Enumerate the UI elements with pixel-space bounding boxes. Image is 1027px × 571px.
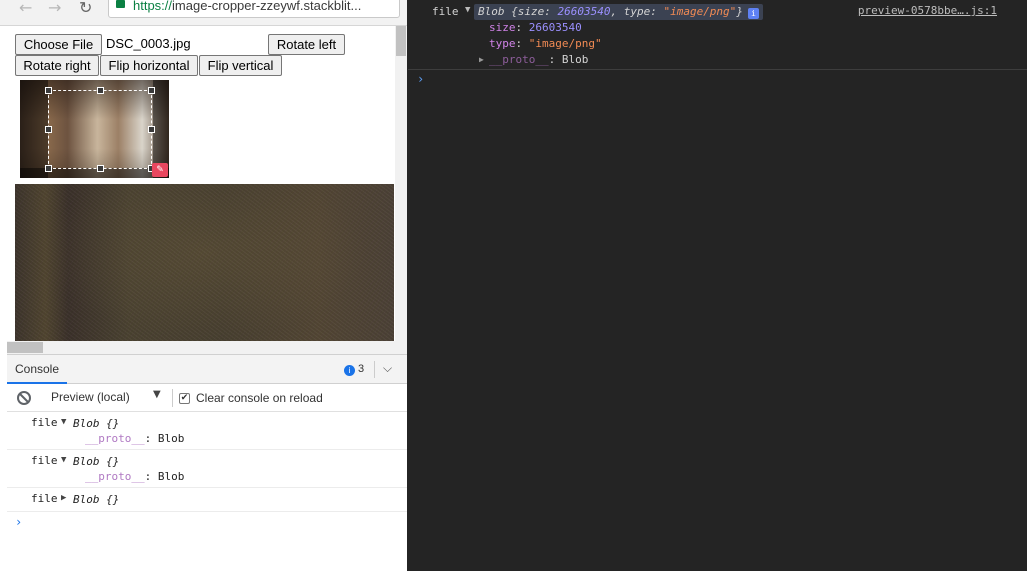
console-drawer: Console i3 ⌵ Preview (local) ▼ ✔ Clear c… (7, 354, 407, 571)
dropdown-arrow-icon[interactable]: ▼ (153, 389, 161, 400)
blob-summary[interactable]: Blob {size: 26603540, type: "image/png"}… (474, 4, 763, 20)
clear-on-reload-checkbox[interactable]: ✔ (179, 393, 190, 404)
browser-toolbar: ← → ↻ https://image-cropper-zzeywf.stack… (0, 0, 407, 26)
property-key: size (489, 21, 516, 34)
devtools-console: file ▼ Blob {size: 26603540, type: "imag… (408, 0, 1027, 571)
log-key: file (432, 5, 459, 18)
crop-box[interactable] (45, 87, 155, 172)
summary-size: 26603540 (557, 5, 611, 18)
log-object-summary[interactable]: Blob {} (73, 493, 119, 506)
scrollbar-thumb[interactable] (7, 342, 43, 353)
summary-prefix: Blob {size: (478, 5, 558, 18)
horizontal-scrollbar[interactable] (7, 341, 395, 354)
log-key: file (31, 454, 58, 467)
info-count-value: 3 (358, 363, 365, 375)
tab-console[interactable]: Console (7, 355, 67, 384)
flip-horizontal-button[interactable]: Flip horizontal (100, 55, 198, 76)
property-separator: : (515, 21, 529, 34)
expand-triangle-icon[interactable]: ▶ (479, 55, 484, 64)
console-message: file ▼ Blob {size: 26603540, type: "imag… (408, 0, 1027, 70)
rotate-right-button[interactable]: Rotate right (15, 55, 99, 76)
rotate-left-button[interactable]: Rotate left (268, 34, 345, 55)
page-viewport: Choose File DSC_0003.jpg Rotate left Rot… (7, 26, 407, 354)
log-proto-line[interactable]: __proto__: Blob (85, 432, 184, 445)
url-text: https://image-cropper-zzeywf.stackblit..… (133, 0, 361, 13)
summary-suffix: } (736, 5, 743, 18)
property-size: size: 26603540 (489, 21, 582, 34)
console-message: file ▶ Blob {} (7, 488, 407, 512)
proto-value: : Blob (144, 470, 185, 483)
crop-handle-n[interactable] (97, 87, 104, 94)
crop-mask-bottom (20, 168, 169, 178)
expand-triangle-icon[interactable]: ▶ (61, 493, 66, 503)
arrow-left-icon[interactable]: ← (19, 0, 32, 17)
console-prompt[interactable]: › (15, 515, 22, 529)
drawer-tab-bar: Console i3 ⌵ (7, 355, 407, 384)
source-link[interactable]: preview-0578bbe….js:1 (858, 4, 997, 17)
lock-icon (116, 0, 125, 8)
crop-handle-nw[interactable] (45, 87, 52, 94)
file-name: DSC_0003.jpg (106, 36, 191, 51)
expand-triangle-icon[interactable]: ▼ (465, 5, 470, 15)
console-prompt[interactable]: › (417, 72, 424, 86)
proto-key: __proto__ (489, 53, 549, 66)
log-object-summary[interactable]: Blob {} (73, 417, 119, 430)
image-badge-icon: ✎ (152, 163, 168, 177)
crop-handle-e[interactable] (148, 126, 155, 133)
property-separator: : (515, 37, 529, 50)
log-key: file (31, 416, 58, 429)
clear-console-icon[interactable] (17, 391, 31, 405)
summary-type: "image/png" (663, 5, 737, 18)
summary-mid: , type: (610, 5, 664, 18)
cropped-preview-image (15, 184, 394, 354)
url-host: image-cropper-zzeywf.stackblit... (172, 0, 362, 13)
console-toolbar: Preview (local) ▼ ✔ Clear console on rel… (7, 384, 407, 412)
property-value: 26603540 (528, 21, 582, 34)
property-value: "image/png" (528, 37, 602, 50)
reload-icon[interactable]: ↻ (79, 0, 92, 17)
log-key: file (31, 492, 58, 505)
choose-file-button[interactable]: Choose File (15, 34, 102, 55)
property-proto[interactable]: __proto__: Blob (489, 53, 588, 66)
vertical-scrollbar[interactable] (395, 26, 407, 354)
expand-triangle-icon[interactable]: ▼ (61, 417, 66, 427)
property-type: type: "image/png" (489, 37, 602, 50)
log-object-summary[interactable]: Blob {} (73, 455, 119, 468)
info-message-count[interactable]: i3 (344, 363, 364, 376)
clear-on-reload-label: Clear console on reload (196, 391, 323, 405)
crop-handle-ne[interactable] (148, 87, 155, 94)
crop-handle-sw[interactable] (45, 165, 52, 172)
proto-value: : Blob (548, 53, 589, 66)
info-icon: i (344, 365, 355, 376)
url-scheme: https:// (133, 0, 173, 13)
chevron-down-icon[interactable]: ⌵ (383, 361, 392, 376)
console-message: file ▼ Blob {} __proto__: Blob (7, 450, 407, 488)
proto-value: : Blob (144, 432, 185, 445)
arrow-right-icon[interactable]: → (48, 0, 61, 17)
preview-pane: ← → ↻ https://image-cropper-zzeywf.stack… (0, 0, 407, 571)
scrollbar-thumb[interactable] (396, 26, 406, 56)
address-bar[interactable]: https://image-cropper-zzeywf.stackblit..… (108, 0, 400, 18)
crop-handle-s[interactable] (97, 165, 104, 172)
log-proto-line[interactable]: __proto__: Blob (85, 470, 184, 483)
property-key: type (489, 37, 516, 50)
console-message: file ▼ Blob {} __proto__: Blob (7, 412, 407, 450)
cropper-image[interactable]: ✎ (20, 80, 169, 178)
crop-mask-left (20, 80, 48, 178)
info-icon[interactable]: i (747, 8, 759, 19)
divider (172, 389, 173, 407)
context-select[interactable]: Preview (local) (51, 390, 130, 404)
crop-handle-w[interactable] (45, 126, 52, 133)
divider (374, 361, 375, 378)
proto-key: __proto__ (85, 470, 145, 483)
flip-vertical-button[interactable]: Flip vertical (199, 55, 282, 76)
expand-triangle-icon[interactable]: ▼ (61, 455, 66, 465)
proto-key: __proto__ (85, 432, 145, 445)
